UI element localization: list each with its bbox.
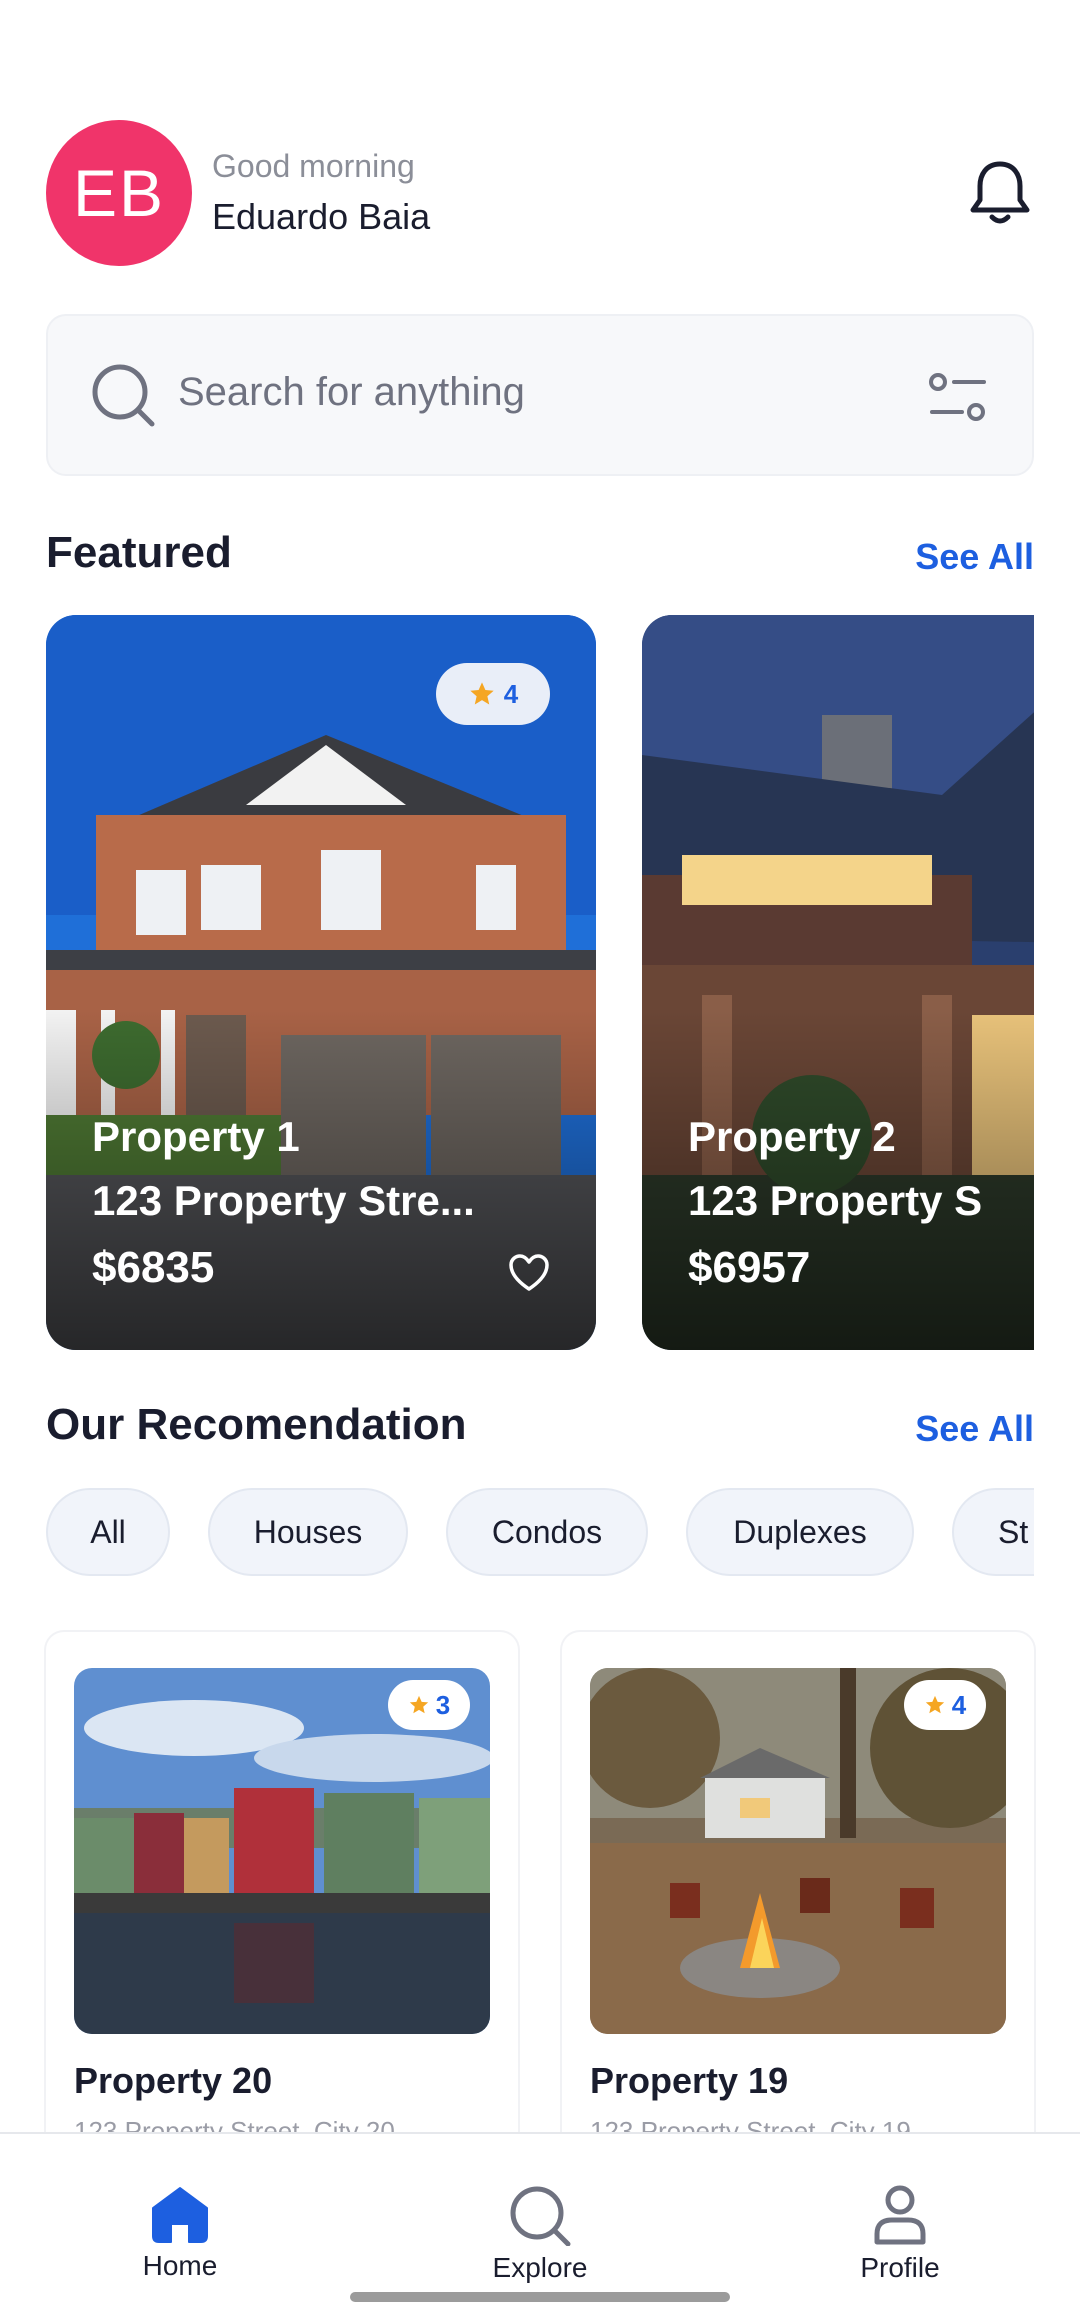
property-price: $6835 bbox=[92, 1243, 215, 1292]
property-address: 123 Property Stre... bbox=[92, 1177, 475, 1224]
star-icon bbox=[409, 1695, 428, 1714]
property-name: Property 2 bbox=[688, 1113, 896, 1160]
star-icon bbox=[925, 1695, 944, 1714]
nav-explore[interactable]: Explore bbox=[440, 2184, 640, 2284]
recommendation-card[interactable]: 4 Property 19 123 Property Street, City … bbox=[562, 1632, 1034, 2152]
search-input[interactable]: Search for anything bbox=[178, 370, 525, 415]
bottom-navigation: Home Explore Profile bbox=[0, 2132, 1080, 2316]
property-name: Property 1 bbox=[92, 1113, 300, 1160]
chip-duplexes[interactable]: Duplexes bbox=[686, 1488, 914, 1576]
featured-card[interactable]: 4 Property 1 123 Property Stre... $6835 bbox=[46, 615, 596, 1350]
recommendation-card[interactable]: 3 Property 20 123 Property Street, City … bbox=[46, 1632, 518, 2152]
rating-value: 4 bbox=[951, 1689, 967, 1720]
featured-carousel[interactable]: 4 Property 1 123 Property Stre... $6835 … bbox=[46, 615, 1034, 1350]
chip-condos[interactable]: Condos bbox=[446, 1488, 648, 1576]
avatar[interactable]: EB bbox=[46, 120, 192, 266]
home-header: EB Good morning Eduardo Baia bbox=[46, 120, 1034, 268]
home-indicator[interactable] bbox=[350, 2292, 730, 2302]
nav-label: Home bbox=[142, 2250, 218, 2281]
chip-all[interactable]: All bbox=[46, 1488, 170, 1576]
chip-houses[interactable]: Houses bbox=[208, 1488, 408, 1576]
greeting-text: Good morning bbox=[212, 148, 415, 184]
nav-profile[interactable]: Profile bbox=[800, 2184, 1000, 2284]
home-icon bbox=[152, 2187, 208, 2243]
featured-card[interactable]: Property 2 123 Property S $6957 bbox=[642, 615, 1034, 1350]
bell-icon[interactable] bbox=[966, 156, 1034, 228]
property-name: Property 20 bbox=[74, 2060, 273, 2101]
property-name: Property 19 bbox=[590, 2060, 789, 2101]
featured-title: Featured bbox=[46, 528, 232, 577]
rating-value: 3 bbox=[435, 1689, 451, 1720]
search-icon bbox=[92, 364, 155, 427]
heart-icon[interactable] bbox=[508, 1253, 550, 1293]
star-icon bbox=[470, 682, 494, 705]
filter-icon[interactable] bbox=[928, 370, 988, 426]
rating-badge: 3 bbox=[388, 1680, 470, 1730]
property-photo: 4 bbox=[590, 1668, 1006, 2034]
category-chips: All Houses Condos Duplexes St bbox=[46, 1488, 1034, 1576]
chip-st[interactable]: St bbox=[952, 1488, 1034, 1576]
nav-label: Explore bbox=[492, 2252, 588, 2283]
profile-icon bbox=[874, 2185, 926, 2245]
property-address: 123 Property S bbox=[688, 1177, 983, 1224]
rating-badge: 4 bbox=[436, 663, 550, 725]
nav-label: Profile bbox=[860, 2252, 940, 2283]
rating-value: 4 bbox=[503, 678, 519, 709]
property-photo: 3 bbox=[74, 1668, 490, 2034]
search-bar[interactable]: Search for anything bbox=[46, 314, 1034, 476]
recommendation-title: Our Recomendation bbox=[46, 1400, 467, 1449]
user-name: Eduardo Baia bbox=[212, 196, 431, 237]
nav-home[interactable]: Home bbox=[80, 2184, 280, 2282]
featured-see-all-link[interactable]: See All bbox=[915, 536, 1034, 578]
property-price: $6957 bbox=[688, 1243, 811, 1292]
recommendation-see-all-link[interactable]: See All bbox=[915, 1408, 1034, 1450]
rating-badge: 4 bbox=[904, 1680, 986, 1730]
search-icon bbox=[510, 2186, 571, 2246]
